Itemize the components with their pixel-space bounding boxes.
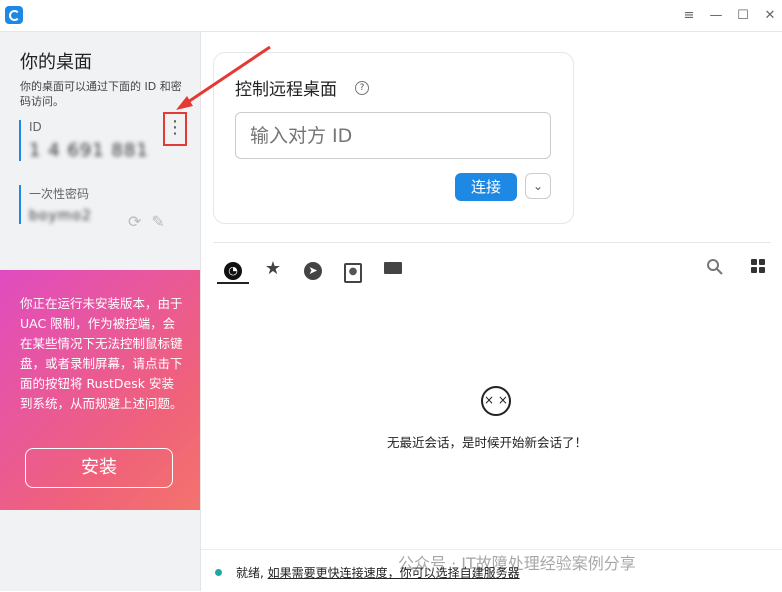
warning-text: 你正在运行未安装版本，由于 UAC 限制，作为被控端，会在某些情况下无法控制鼠标…	[20, 296, 183, 411]
sidebar: 你的桌面 你的桌面可以通过下面的 ID 和密码访问。 ID 1 4 691 88…	[0, 32, 201, 591]
connect-button[interactable]: 连接	[455, 173, 517, 201]
sidebar-title: 你的桌面	[20, 52, 92, 73]
tab-discovered[interactable]: ➤	[302, 258, 324, 280]
empty-sessions-message: 无最近会话，是时候开始新会话了！	[387, 435, 588, 450]
install-button[interactable]: 安装	[25, 448, 173, 488]
active-tab-indicator	[217, 282, 249, 284]
remote-id-input[interactable]	[235, 112, 551, 159]
devices-icon	[384, 262, 402, 274]
sidebar-description: 你的桌面可以通过下面的 ID 和密码访问。	[20, 80, 182, 108]
id-value[interactable]: 1 4 691 881	[29, 140, 179, 161]
star-icon: ★	[264, 258, 282, 279]
connect-title: 控制远程桌面	[235, 80, 337, 100]
title-bar: ≡ — ☐ ✕	[0, 0, 782, 32]
refresh-password-icon[interactable]: ⟳	[128, 212, 141, 231]
clock-icon: ◔	[224, 262, 242, 280]
sad-face-icon: × ×	[481, 386, 511, 416]
close-button[interactable]: ✕	[759, 5, 781, 27]
compass-icon: ➤	[304, 262, 322, 280]
edit-password-icon[interactable]: ✎	[151, 212, 164, 231]
tab-recent[interactable]: ◔	[222, 258, 244, 280]
grid-view-icon[interactable]	[747, 258, 769, 280]
status-ready: 就绪,	[236, 566, 264, 580]
tab-group[interactable]	[382, 258, 404, 280]
search-icon[interactable]	[704, 258, 726, 280]
id-field: ID 1 4 691 881	[19, 120, 179, 161]
more-options-icon[interactable]: ⋮	[163, 112, 187, 146]
password-label: 一次性密码	[29, 187, 90, 201]
password-actions: ⟳ ✎	[128, 212, 175, 231]
watermark: 公众号 · IT故障处理经验案例分享	[398, 554, 636, 573]
connect-card: 控制远程桌面 ? 连接 ⌄	[213, 52, 574, 224]
tab-address-book[interactable]: ●	[342, 258, 364, 283]
divider	[213, 242, 771, 243]
minimize-button[interactable]: —	[705, 5, 727, 27]
status-bar: 就绪, 如果需要更快连接速度，你可以选择自建服务器 公众号 · IT故障处理经验…	[201, 549, 782, 592]
maximize-button[interactable]: ☐	[732, 5, 754, 27]
tab-favorites[interactable]: ★	[262, 258, 284, 280]
menu-icon[interactable]: ≡	[678, 5, 700, 27]
install-warning-panel: 你正在运行未安装版本，由于 UAC 限制，作为被控端，会在某些情况下无法控制鼠标…	[0, 270, 200, 510]
help-icon[interactable]: ?	[355, 81, 369, 95]
status-dot-icon	[215, 569, 222, 576]
address-book-icon: ●	[344, 263, 362, 283]
rustdesk-logo-icon	[5, 6, 23, 24]
id-label: ID	[29, 120, 42, 134]
chevron-down-icon[interactable]: ⌄	[525, 173, 551, 199]
